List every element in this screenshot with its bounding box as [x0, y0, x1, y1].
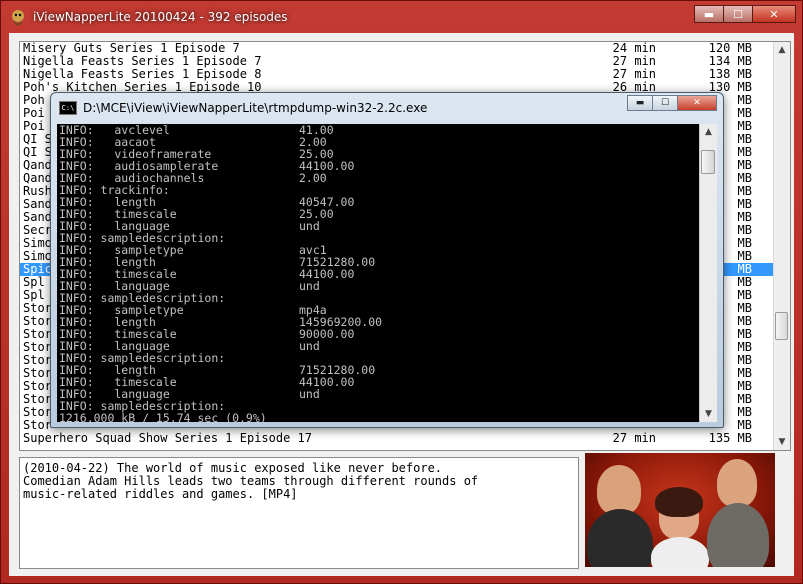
console-scrollbar-thumb[interactable] — [701, 150, 715, 174]
console-window[interactable]: C:\ D:\MCE\iView\iViewNapperLite\rtmpdum… — [50, 92, 724, 428]
window-controls: ▬ ☐ ✕ — [694, 5, 796, 23]
presenter-left-body — [587, 509, 653, 567]
console-line-value: und — [299, 387, 320, 401]
episode-thumbnail — [585, 453, 775, 567]
title-bar: iViewNapperLite 20100424 - 392 episodes — [9, 1, 288, 33]
presenter-left — [597, 465, 641, 515]
episode-size: 135 MB — [708, 431, 752, 445]
window-title: iViewNapperLite 20100424 - 392 episodes — [33, 10, 288, 24]
presenter-right — [717, 459, 757, 507]
console-line-value: und — [299, 219, 320, 233]
console-close-button[interactable]: ✕ — [677, 95, 717, 111]
episode-list-scrollbar[interactable]: ▲ ▼ — [773, 42, 790, 450]
console-title: D:\MCE\iView\iViewNapperLite\rtmpdump-wi… — [83, 101, 428, 115]
episode-description: (2010-04-22) The world of music exposed … — [19, 457, 579, 569]
console-line-value: und — [299, 279, 320, 293]
close-button[interactable]: ✕ — [752, 5, 796, 23]
episode-title: Superhero Squad Show Series 1 Episode 17 — [23, 431, 312, 445]
console-scroll-down-icon[interactable]: ▼ — [700, 406, 717, 422]
console-icon: C:\ — [59, 101, 77, 115]
app-icon — [12, 10, 24, 26]
console-minimize-button[interactable]: ▬ — [627, 95, 653, 111]
scroll-down-icon[interactable]: ▼ — [774, 434, 790, 450]
console-line-label: 1216.000 kB / 15.74 sec (0.9%) — [59, 411, 267, 422]
console-window-controls: ▬ ☐ ✕ — [627, 95, 717, 111]
console-scroll-up-icon[interactable]: ▲ — [700, 124, 717, 140]
minimize-button[interactable]: ▬ — [694, 5, 724, 23]
console-line-value: und — [299, 339, 320, 353]
console-maximize-button[interactable]: ☐ — [652, 95, 678, 111]
console-title-bar: C:\ D:\MCE\iView\iViewNapperLite\rtmpdum… — [59, 97, 427, 119]
presenter-middle-body — [651, 537, 709, 567]
presenter-right-body — [707, 503, 769, 567]
scroll-up-icon[interactable]: ▲ — [774, 42, 790, 58]
maximize-button[interactable]: ☐ — [723, 5, 753, 23]
episode-row[interactable]: Superhero Squad Show Series 1 Episode 17… — [20, 432, 790, 445]
presenter-middle-hair — [655, 487, 703, 517]
console-scrollbar[interactable]: ▲ ▼ — [699, 124, 717, 422]
console-output: INFO: avclevel 41.00 INFO: aacaot 2.00 INFO:… — [57, 124, 717, 422]
console-line-value: 2.00 — [299, 171, 327, 185]
episode-duration: 27 min — [612, 431, 656, 445]
scrollbar-thumb[interactable] — [775, 312, 788, 340]
